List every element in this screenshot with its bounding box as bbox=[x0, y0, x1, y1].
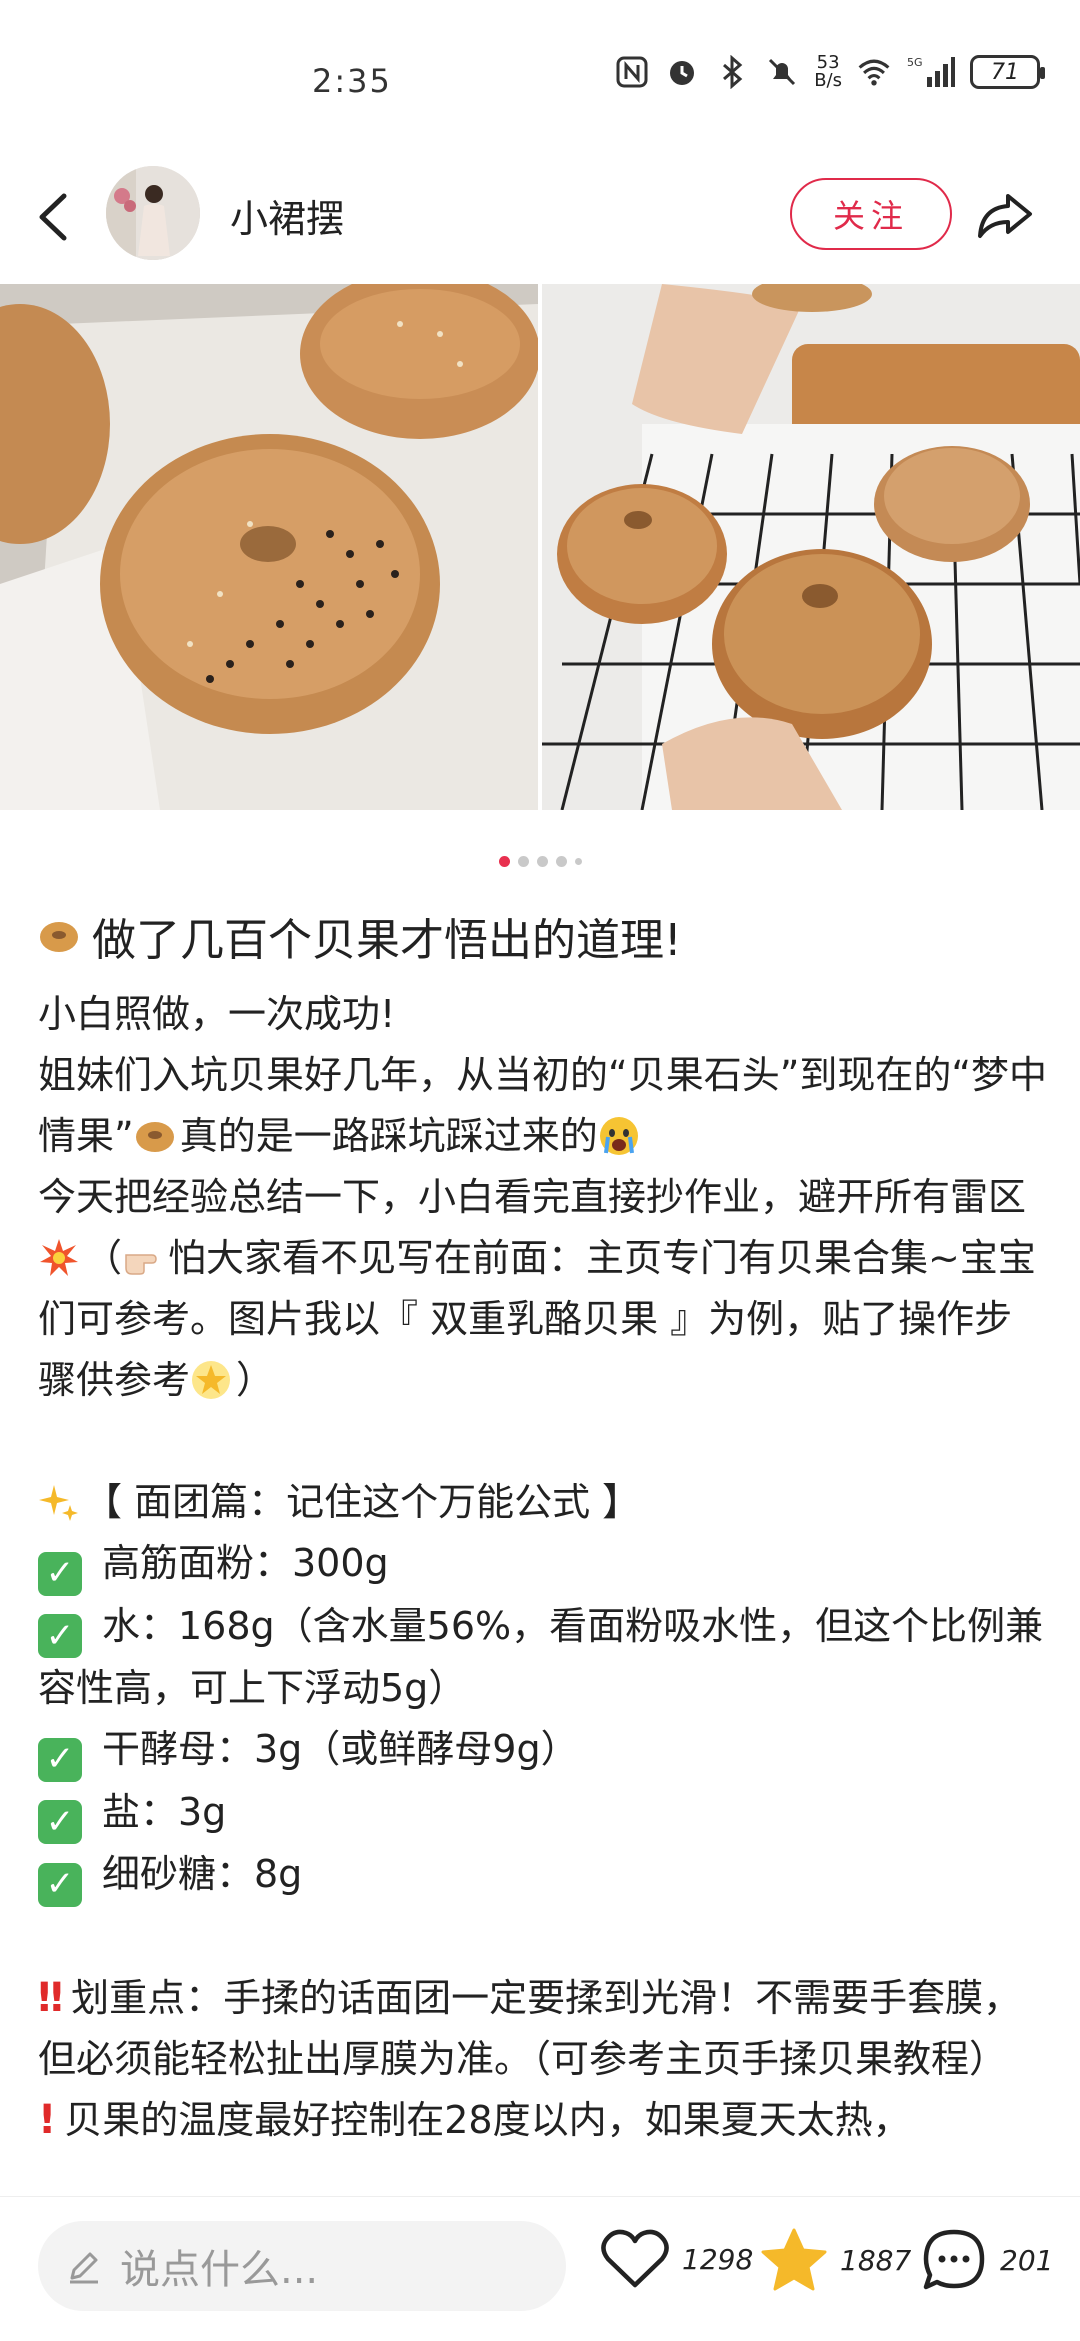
carousel-dot bbox=[536, 856, 548, 867]
post-header: 小裙摆 关注 bbox=[0, 160, 1080, 280]
like-count: 1298 bbox=[682, 2242, 754, 2276]
username[interactable]: 小裙摆 bbox=[230, 188, 344, 243]
body-text: ） bbox=[236, 1358, 275, 1402]
ingredient-text: 水：168g（含水量56%，看面粉吸水性，但这个比例兼容性高，可上下浮动5g） bbox=[38, 1603, 1044, 1711]
carousel-dot bbox=[555, 856, 567, 867]
ingredient-item: ✓ 盐：3g bbox=[38, 1782, 1048, 1844]
sparkles-emoji-icon bbox=[39, 1485, 78, 1521]
check-mark-icon: ✓ bbox=[38, 1737, 82, 1782]
post-title-text: 做了几百个贝果才悟出的道理! bbox=[92, 915, 682, 966]
nfc-icon bbox=[614, 54, 650, 90]
ingredient-item: ✓ 干酵母：3g（或鲜酵母9g） bbox=[38, 1719, 1048, 1782]
pen-icon bbox=[70, 2252, 98, 2284]
net-speed-unit: B/s bbox=[814, 70, 842, 91]
body-line: 小白照做，一次成功! bbox=[38, 992, 396, 1036]
avatar[interactable] bbox=[106, 166, 200, 260]
alarm-icon bbox=[664, 54, 700, 90]
status-icons: 53 B/s 5G 71 bbox=[614, 54, 1045, 90]
comment-count: 201 bbox=[1000, 2243, 1054, 2277]
check-mark-icon: ✓ bbox=[38, 1862, 82, 1907]
ingredient-text: 盐：3g bbox=[102, 1789, 227, 1834]
carousel-indicator bbox=[0, 856, 1080, 867]
body-text: 怕大家看不见写在前面：主页专门有贝果合集~宝宝们可参考。图片我以『 双重乳酪贝果… bbox=[38, 1236, 1036, 1402]
status-time: 2:35 bbox=[312, 62, 392, 100]
bluetooth-icon bbox=[714, 54, 750, 90]
net-speed: 53 B/s bbox=[814, 54, 842, 90]
ingredient-text: 高筋面粉：300g bbox=[102, 1541, 389, 1585]
wifi-icon bbox=[856, 54, 892, 90]
key-point: ! 贝果的温度最好控制在28度以内，如果夏天太热， bbox=[38, 2090, 1048, 2151]
comment-placeholder: 说点什么... bbox=[120, 2247, 319, 2293]
key-point-text: 贝果的温度最好控制在28度以内，如果夏天太热， bbox=[64, 2097, 911, 2142]
share-button[interactable] bbox=[972, 182, 1036, 246]
key-point: ‼ 划重点：手揉的话面团一定要揉到光滑！不需要手套膜，但必须能轻松扯出厚膜为准。（… bbox=[38, 1968, 1048, 2090]
key-point-text: 划重点：手揉的话面团一定要揉到光滑！不需要手套膜，但必须能轻松扯出厚膜为准。（可… bbox=[38, 1975, 1022, 2081]
star-count: 1887 bbox=[840, 2243, 912, 2277]
ingredient-item: ✓ 水：168g（含水量56%，看面粉吸水性，但这个比例兼容性高，可上下浮动5g） bbox=[38, 1596, 1048, 1720]
bagel-photo-sesame bbox=[0, 284, 538, 810]
ingredient-text: 细砂糖：8g bbox=[102, 1852, 303, 1896]
svg-text:5G: 5G bbox=[907, 56, 923, 69]
bagel-photo-cooling-rack bbox=[542, 284, 1080, 810]
comment-icon bbox=[923, 2229, 985, 2290]
star-icon bbox=[761, 2228, 827, 2291]
glowing-star-emoji-icon bbox=[192, 1361, 231, 1399]
comment-button[interactable]: 201 bbox=[920, 2227, 1053, 2293]
section-heading: 【 面团篇：记住这个万能公式 】 bbox=[38, 1472, 1048, 1533]
collision-emoji-icon bbox=[40, 1239, 78, 1276]
carousel-dot bbox=[574, 858, 582, 865]
body-text: 真的是一路踩坑踩过来的 bbox=[179, 1114, 598, 1158]
bagel-emoji-icon bbox=[135, 1122, 174, 1152]
image-carousel[interactable] bbox=[0, 284, 1080, 810]
ingredient-item: ✓ 细砂糖：8g bbox=[38, 1844, 1048, 1907]
pointing-hand-emoji-icon bbox=[125, 1254, 157, 1275]
status-bar: 2:35 53 B/s 5G 71 bbox=[0, 0, 1080, 160]
heart-icon bbox=[601, 2229, 669, 2288]
collect-button[interactable]: 1887 bbox=[760, 2227, 911, 2293]
bagel-emoji-icon bbox=[40, 922, 78, 952]
crying-face-emoji-icon bbox=[599, 1117, 638, 1155]
mute-bell-icon bbox=[764, 54, 800, 90]
like-button[interactable]: 1298 bbox=[600, 2227, 753, 2291]
double-exclamation-icon: ‼ bbox=[38, 1974, 64, 2021]
signal-5g-icon: 5G bbox=[906, 54, 956, 90]
bottom-action-bar: 说点什么... 1298 1887 201 bbox=[0, 2196, 1080, 2341]
section-heading-text: 【 面团篇：记住这个万能公式 】 bbox=[84, 1480, 641, 1524]
battery-indicator: 71 bbox=[970, 55, 1045, 89]
follow-button[interactable]: 关注 bbox=[790, 178, 952, 250]
battery-level: 71 bbox=[991, 59, 1019, 85]
body-paragraph: 姐妹们入坑贝果好几年，从当初的“贝果石头”到现在的“梦中情果” 真的是一路踩坑踩过… bbox=[38, 1045, 1048, 1167]
exclamation-icon: ! bbox=[38, 2096, 57, 2143]
comment-input[interactable]: 说点什么... bbox=[38, 2221, 566, 2311]
carousel-dot-active bbox=[498, 856, 510, 867]
check-mark-icon: ✓ bbox=[38, 1614, 82, 1658]
check-mark-icon: ✓ bbox=[38, 1551, 82, 1596]
check-mark-icon: ✓ bbox=[38, 1800, 82, 1844]
post-body: 小白照做，一次成功! 姐妹们入坑贝果好几年，从当初的“贝果石头”到现在的“梦中情… bbox=[38, 984, 1048, 2151]
ingredient-text: 干酵母：3g（或鲜酵母9g） bbox=[102, 1727, 579, 1771]
body-text: （ bbox=[84, 1236, 123, 1280]
carousel-dot bbox=[517, 856, 529, 867]
body-text: 今天把经验总结一下，小白看完直接抄作业，避开所有雷区 bbox=[38, 1175, 1027, 1219]
share-icon bbox=[978, 194, 1032, 238]
post-title: 做了几百个贝果才悟出的道理! bbox=[38, 904, 682, 968]
body-paragraph: 今天把经验总结一下，小白看完直接抄作业，避开所有雷区 （ 怕大家看不见写在前面：主页… bbox=[38, 1167, 1048, 1411]
ingredient-item: ✓ 高筋面粉：300g bbox=[38, 1533, 1048, 1596]
back-button[interactable] bbox=[28, 182, 78, 252]
back-icon bbox=[39, 193, 67, 241]
